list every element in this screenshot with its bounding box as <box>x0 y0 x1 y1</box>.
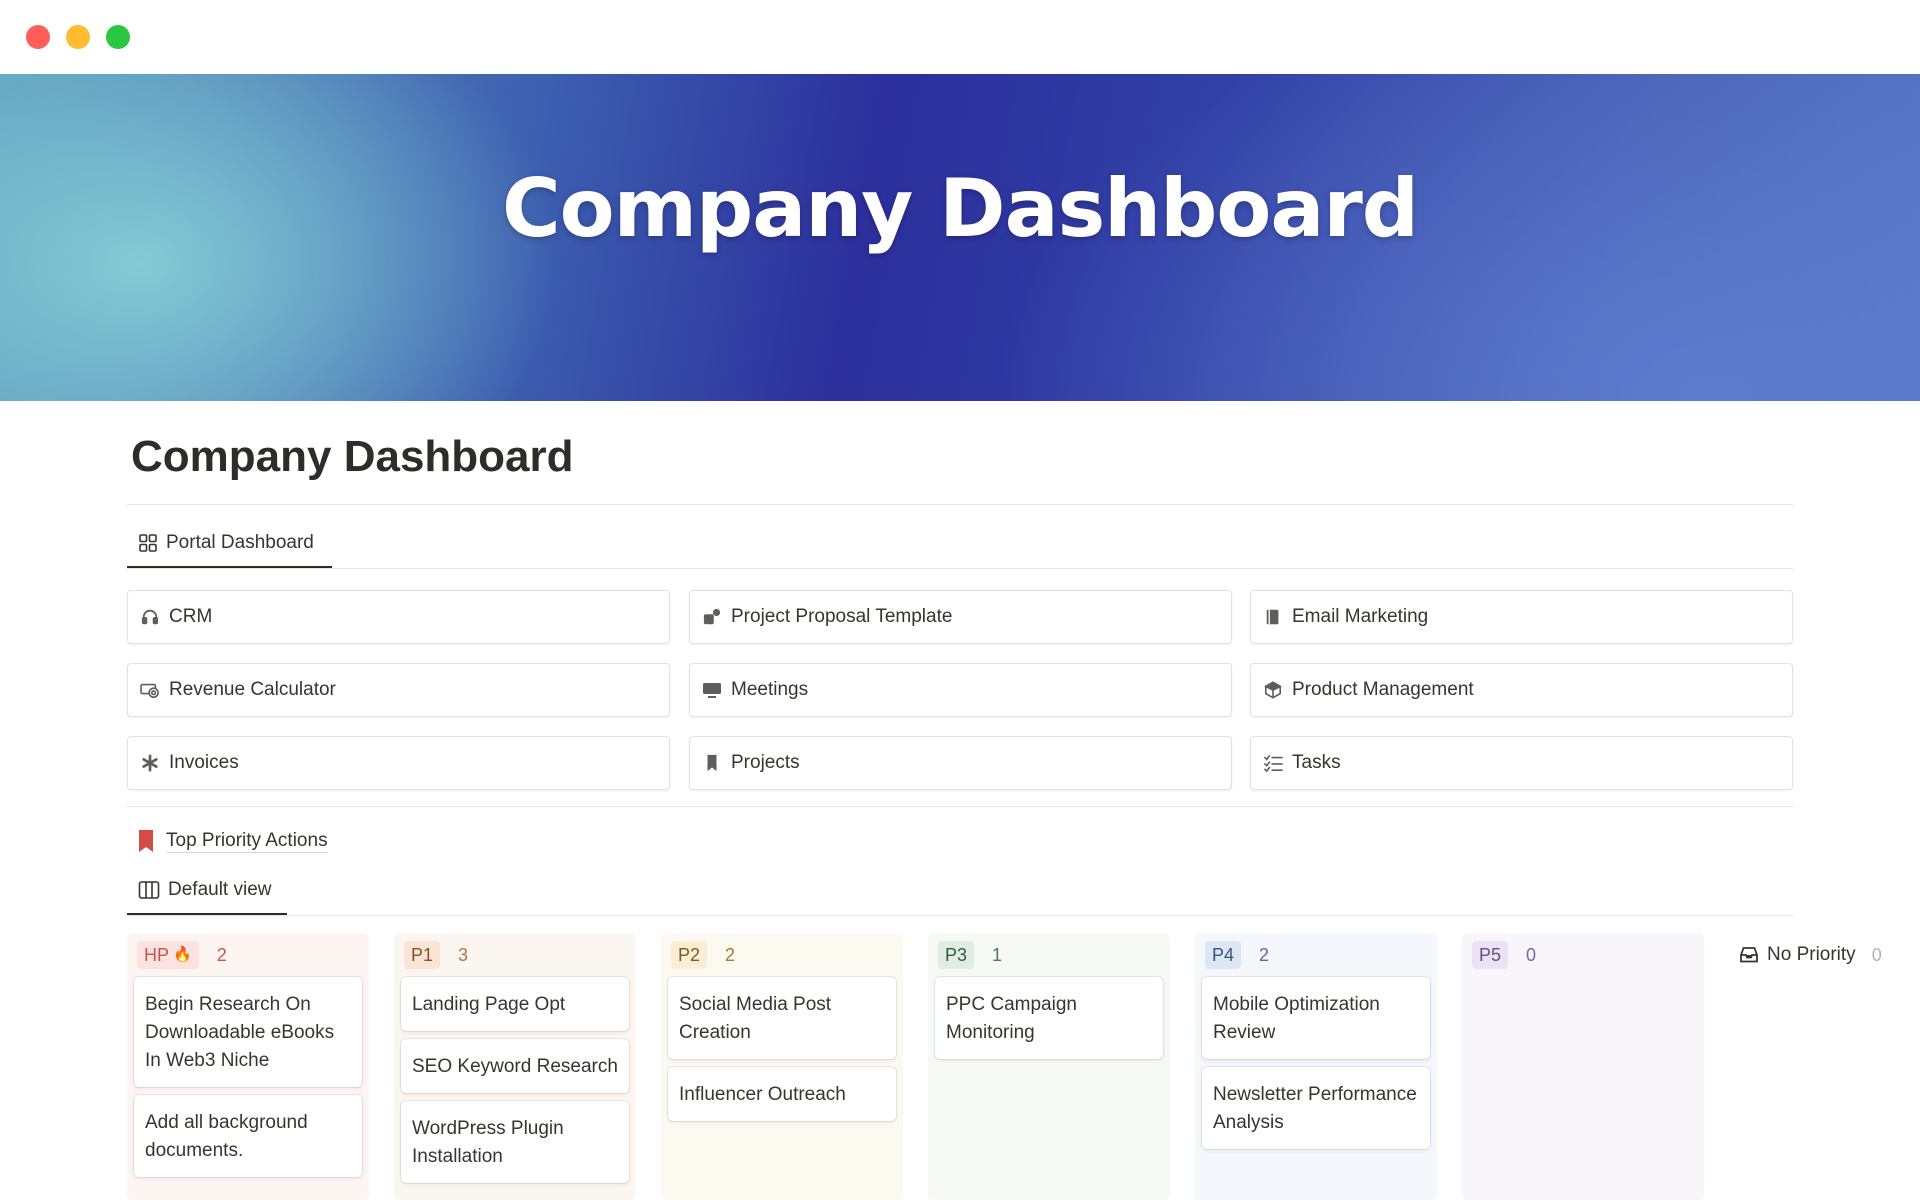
board-column-p2: P2 2 Social Media Post Creation Influenc… <box>661 933 903 1200</box>
cover-banner: Company Dashboard <box>0 74 1920 401</box>
tab-default-view[interactable]: Default view <box>138 879 272 901</box>
priority-label: P4 <box>1212 945 1235 965</box>
priority-label: No Priority <box>1767 944 1856 965</box>
no-priority-label-group: No Priority <box>1739 944 1856 966</box>
column-header[interactable]: HP 🔥 2 <box>134 933 362 977</box>
priority-label: P3 <box>945 945 968 965</box>
tab-divider <box>127 568 1793 569</box>
priority-pill: P4 <box>1205 941 1242 969</box>
board-card[interactable]: Add all background documents. <box>134 1095 362 1177</box>
priority-pill: P5 <box>1472 941 1509 969</box>
link-label: Projects <box>731 752 800 773</box>
links-divider <box>127 806 1793 807</box>
priority-label: HP <box>144 945 170 965</box>
card-count: 2 <box>725 944 736 965</box>
card-count: 1 <box>992 944 1003 965</box>
link-projects[interactable]: Projects <box>689 736 1232 790</box>
view-divider <box>127 915 1793 916</box>
shapes-icon <box>702 607 722 627</box>
column-header[interactable]: P2 2 <box>668 933 896 977</box>
link-label: Invoices <box>169 752 239 773</box>
link-meetings[interactable]: Meetings <box>689 663 1232 717</box>
card-count: 2 <box>1259 944 1270 965</box>
board-card[interactable]: SEO Keyword Research <box>401 1039 629 1093</box>
board-card[interactable]: Landing Page Opt <box>401 977 629 1031</box>
link-tasks[interactable]: Tasks <box>1250 736 1793 790</box>
column-header[interactable]: No Priority 0 <box>1736 933 1913 977</box>
grid-icon <box>139 534 157 552</box>
zoom-window-button[interactable] <box>106 25 130 49</box>
tab-portal-dashboard[interactable]: Portal Dashboard <box>138 532 314 554</box>
board-card[interactable]: Begin Research On Downloadable eBooks In… <box>134 977 362 1087</box>
link-crm[interactable]: CRM <box>127 590 670 644</box>
title-divider <box>127 504 1793 505</box>
board-card[interactable]: PPC Campaign Monitoring <box>935 977 1163 1059</box>
board-card[interactable]: Social Media Post Creation <box>668 977 896 1059</box>
priority-pill: P3 <box>938 941 975 969</box>
priority-label: P1 <box>411 945 434 965</box>
column-header[interactable]: P5 0 <box>1469 933 1697 977</box>
close-window-button[interactable] <box>26 25 50 49</box>
column-header[interactable]: P1 3 <box>401 933 629 977</box>
card-count: 3 <box>458 944 469 965</box>
link-label: CRM <box>169 606 213 627</box>
cube-icon <box>1263 680 1283 700</box>
book-icon <box>1263 607 1283 627</box>
headset-icon <box>140 607 160 627</box>
tab-label: Default view <box>168 879 272 900</box>
link-label: Project Proposal Template <box>731 606 953 627</box>
banner-title: Company Dashboard <box>501 162 1419 255</box>
board-card[interactable]: Influencer Outreach <box>668 1067 896 1121</box>
inbox-icon <box>1740 947 1758 963</box>
page-title: Company Dashboard <box>131 432 574 481</box>
priority-label: P2 <box>678 945 701 965</box>
link-email-marketing[interactable]: Email Marketing <box>1250 590 1793 644</box>
section-title: Top Priority Actions <box>166 829 328 853</box>
board-card[interactable]: WordPress Plugin Installation <box>401 1101 629 1183</box>
board-column-no-priority: No Priority 0 <box>1729 933 1920 1200</box>
fire-icon: 🔥 <box>173 946 192 963</box>
priority-label: P5 <box>1479 945 1502 965</box>
money-icon <box>140 680 160 700</box>
checklist-icon <box>1263 753 1283 773</box>
link-label: Revenue Calculator <box>169 679 336 700</box>
link-label: Tasks <box>1292 752 1341 773</box>
link-label: Email Marketing <box>1292 606 1429 627</box>
board-icon <box>138 881 160 899</box>
column-header[interactable]: P4 2 <box>1202 933 1430 977</box>
board-column-p3: P3 1 PPC Campaign Monitoring <box>928 933 1170 1200</box>
minimize-window-button[interactable] <box>66 25 90 49</box>
priority-pill: P2 <box>671 941 708 969</box>
card-count: 0 <box>1871 944 1882 965</box>
link-product-management[interactable]: Product Management <box>1250 663 1793 717</box>
window-titlebar <box>0 0 1920 74</box>
tab-label: Portal Dashboard <box>166 532 314 553</box>
priority-pill: P1 <box>404 941 441 969</box>
priority-pill: HP 🔥 <box>137 941 199 969</box>
asterisk-icon <box>140 753 160 773</box>
column-header[interactable]: P3 1 <box>935 933 1163 977</box>
board-column-p5: P5 0 <box>1462 933 1704 1200</box>
computer-icon <box>702 680 722 700</box>
red-bookmark-icon <box>139 830 153 852</box>
card-count: 0 <box>1526 944 1537 965</box>
link-revenue-calculator[interactable]: Revenue Calculator <box>127 663 670 717</box>
link-label: Meetings <box>731 679 809 700</box>
link-invoices[interactable]: Invoices <box>127 736 670 790</box>
link-project-proposal-template[interactable]: Project Proposal Template <box>689 590 1232 644</box>
board-card[interactable]: Mobile Optimization Review <box>1202 977 1430 1059</box>
top-priority-actions-link[interactable]: Top Priority Actions <box>136 829 328 853</box>
board-column-hp: HP 🔥 2 Begin Research On Downloadable eB… <box>127 933 369 1200</box>
board-column-p1: P1 3 Landing Page Opt SEO Keyword Resear… <box>394 933 636 1200</box>
link-label: Product Management <box>1292 679 1474 700</box>
card-count: 2 <box>216 944 227 965</box>
bookmark-icon <box>702 753 722 773</box>
board-card[interactable]: Newsletter Performance Analysis <box>1202 1067 1430 1149</box>
board-column-p4: P4 2 Mobile Optimization Review Newslett… <box>1195 933 1437 1200</box>
